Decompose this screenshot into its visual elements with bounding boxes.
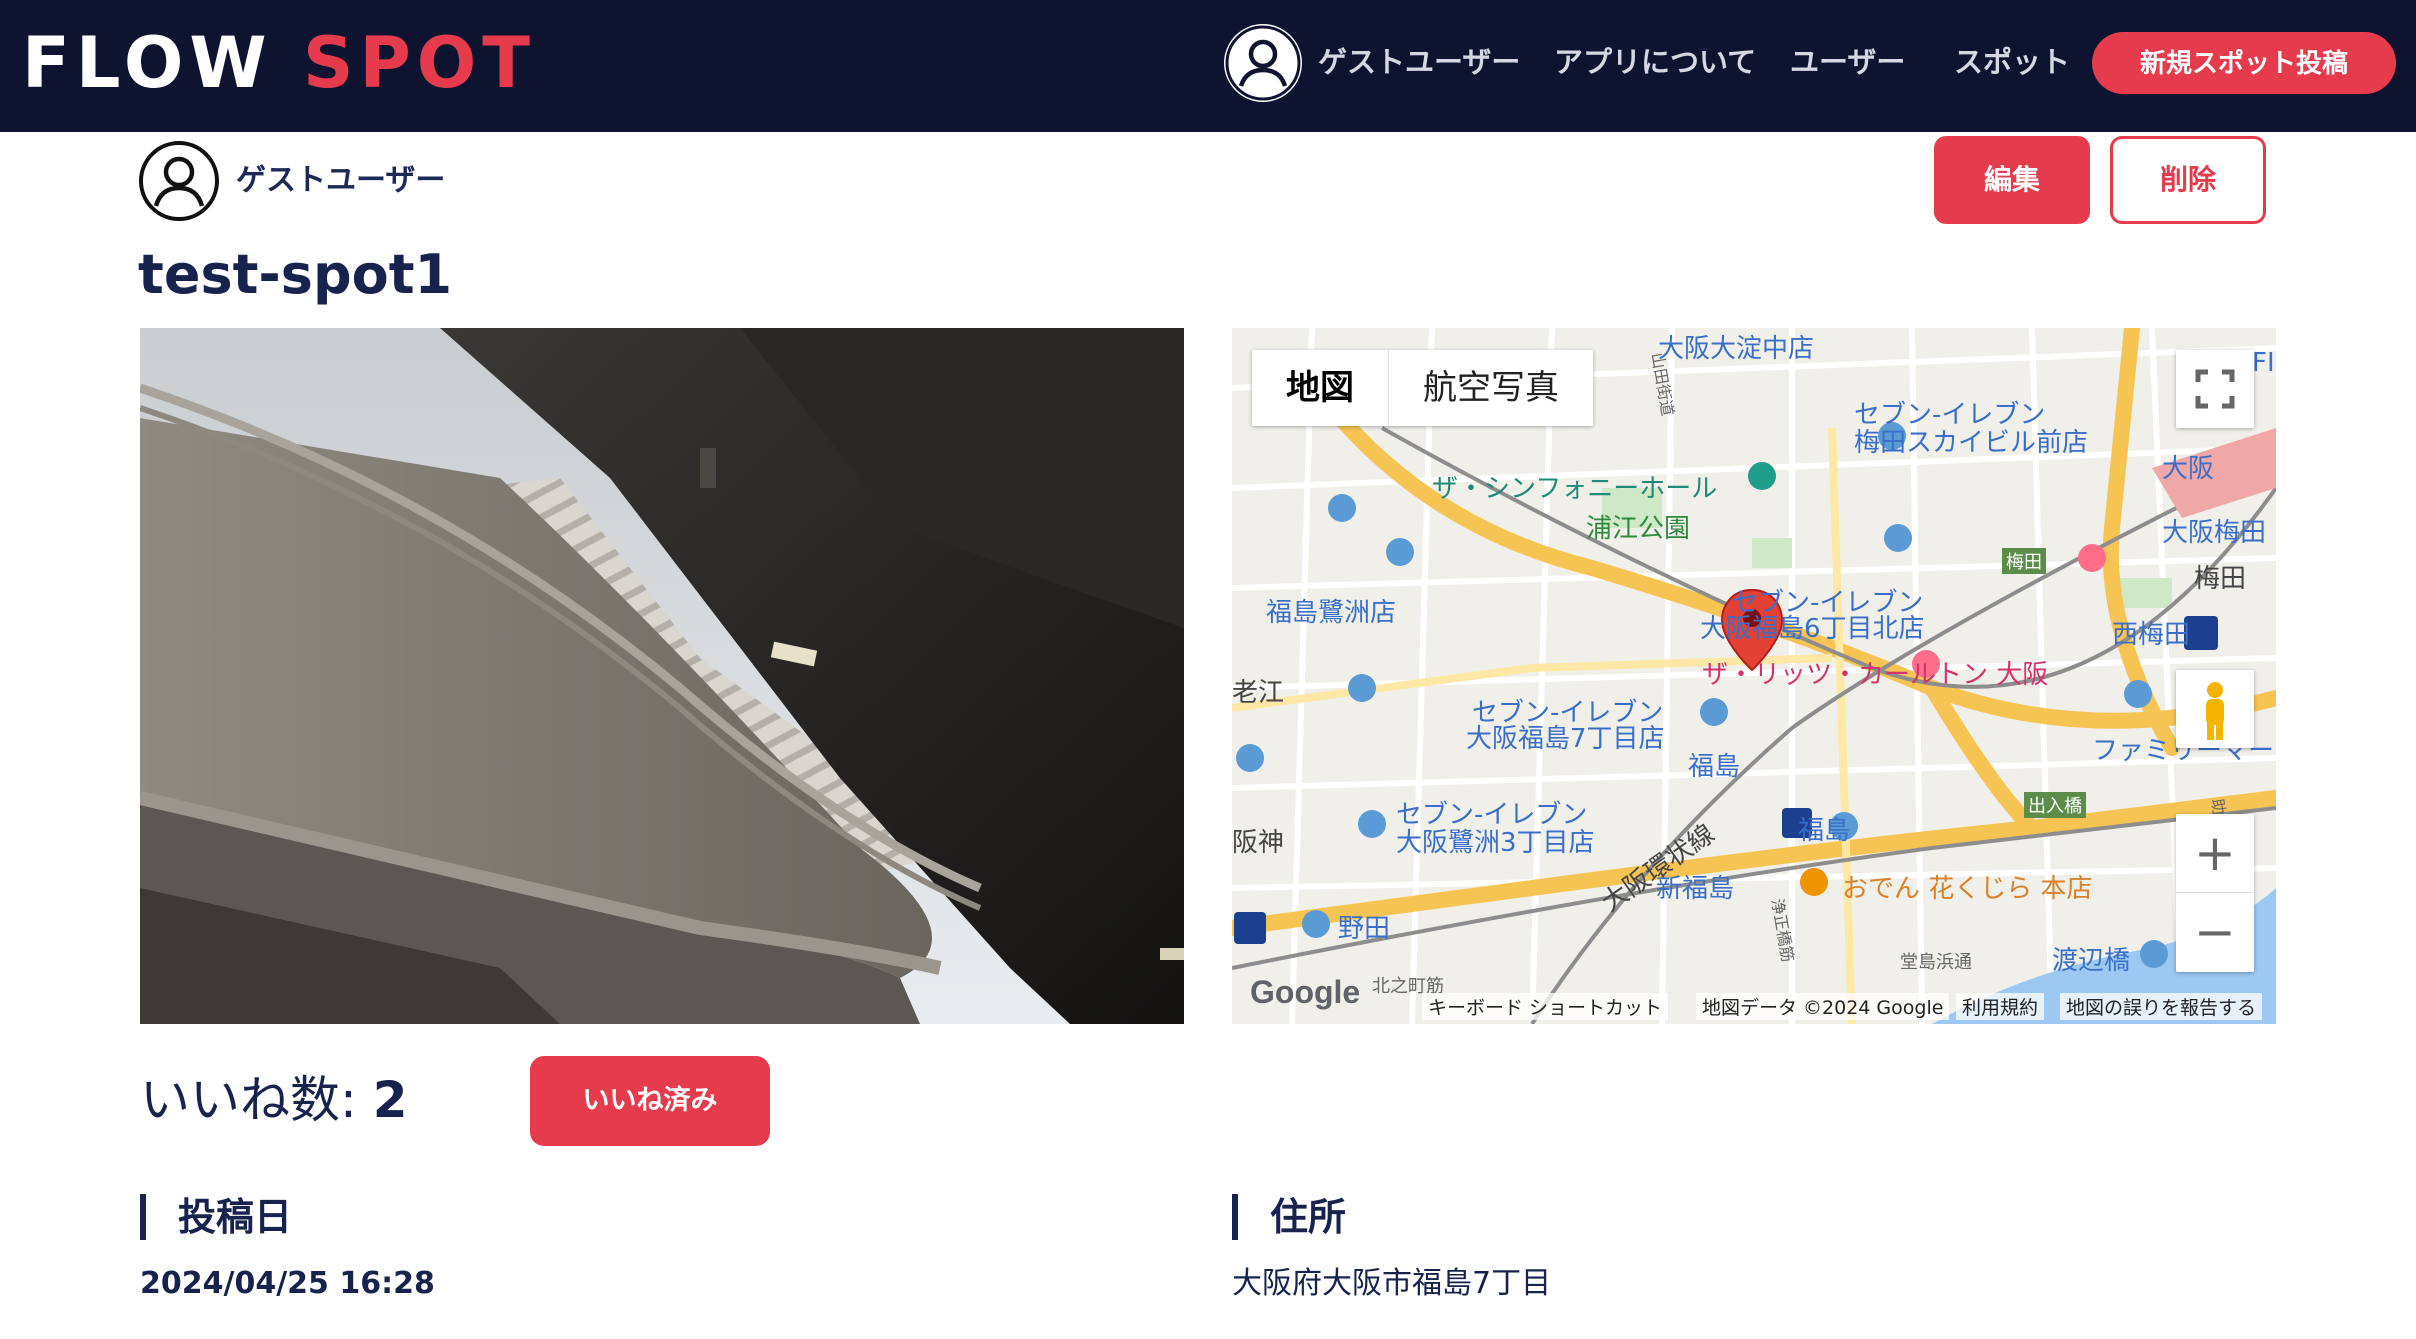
user-avatar-icon[interactable] [1224, 24, 1302, 102]
spot-title: test-spot1 [138, 243, 453, 306]
app-logo[interactable]: FLOW SPOT [22, 22, 536, 104]
map-label: おでん 花くじら 本店 [1842, 874, 2093, 904]
map-label: 西梅田 [2112, 620, 2191, 650]
map-label: 大阪梅田 [2162, 518, 2267, 548]
spot-photo [140, 328, 1184, 1024]
terms-link[interactable]: 利用規約 [1956, 993, 2045, 1020]
map-label: 福島 [1688, 752, 1741, 782]
edit-button[interactable]: 編集 [1934, 136, 2090, 224]
likes-label: いいね数: [140, 1071, 357, 1129]
map-data-attribution: 地図データ ©2024 Google [1696, 993, 1950, 1020]
navbar: FLOW SPOT ゲストユーザー アプリについて ユーザー スポット 新規スポ… [0, 0, 2416, 132]
map-type-control: 地図 航空写真 [1252, 350, 1593, 426]
delete-button[interactable]: 削除 [2110, 136, 2266, 224]
street-view-pegman-icon[interactable] [2176, 670, 2254, 748]
map-label: 福島鷺洲店 [1266, 598, 1397, 628]
map-footer: キーボード ショートカット 地図データ ©2024 Google 利用規約 地図… [1232, 993, 2276, 1024]
map-label: 堂島浜通 [1900, 952, 1972, 973]
map-label: FI [2252, 348, 2275, 378]
map-label: 出入橋 [2024, 792, 2086, 818]
map-label: 浦江公園 [1586, 514, 1691, 544]
logo-text-spot: SPOT [303, 22, 537, 104]
map-type-roadmap[interactable]: 地図 [1252, 350, 1389, 426]
map-label: 梅田スカイビル前店 [1854, 428, 2089, 458]
zoom-control: + − [2176, 814, 2254, 972]
map-label: 梅田 [2002, 548, 2046, 574]
nav-link-about[interactable]: アプリについて [1554, 40, 1756, 84]
map-type-satellite[interactable]: 航空写真 [1389, 350, 1593, 426]
zoom-in-icon[interactable]: + [2176, 814, 2254, 893]
map-label: 大阪 [2162, 454, 2215, 484]
address-heading: 住所 [1232, 1194, 1346, 1240]
map-label: 福島 [1798, 816, 1851, 846]
fullscreen-icon[interactable] [2176, 350, 2254, 428]
map-label: 老江 [1232, 678, 1285, 708]
map-label: 渡辺橋 [2052, 946, 2131, 976]
nav-link-spots[interactable]: スポット [1954, 40, 2070, 84]
google-map[interactable]: 大阪大淀中店 セブン-イレブン 梅田スカイビル前店 ザ・シンフォニーホール 浦江… [1232, 328, 2276, 1024]
map-label: 大阪福島6丁目北店 [1700, 614, 1925, 644]
new-spot-button[interactable]: 新規スポット投稿 [2092, 32, 2396, 94]
map-label: 梅田 [2194, 564, 2247, 594]
address-value: 大阪府大阪市福島7丁目 [1232, 1266, 1552, 1301]
map-label: 大阪鷺洲3丁目店 [1396, 828, 1595, 858]
author-avatar-icon[interactable] [138, 140, 220, 222]
author-name[interactable]: ゲストユーザー [236, 160, 445, 202]
posted-date-value: 2024/04/25 16:28 [140, 1266, 435, 1301]
keyboard-shortcuts-link[interactable]: キーボード ショートカット [1422, 993, 1669, 1020]
zoom-out-icon[interactable]: − [2176, 893, 2254, 972]
map-label: 野田 [1338, 914, 1391, 944]
likes-count: いいね数: 2 [140, 1066, 408, 1134]
posted-date-heading: 投稿日 [140, 1194, 292, 1240]
map-label: 大阪福島7丁目店 [1466, 724, 1665, 754]
likes-number: 2 [372, 1071, 408, 1129]
map-label: 大阪大淀中店 [1658, 334, 1815, 364]
logo-text-flow: FLOW [22, 22, 273, 104]
liked-button[interactable]: いいね済み [530, 1056, 770, 1146]
report-error-link[interactable]: 地図の誤りを報告する [2060, 993, 2263, 1020]
nav-link-users[interactable]: ユーザー [1790, 40, 1905, 84]
nav-user-name[interactable]: ゲストユーザー [1318, 40, 1520, 84]
map-label: ザ・シンフォニーホール [1432, 474, 1718, 504]
map-label: 阪神 [1232, 828, 1285, 858]
map-label: ザ・リッツ・カールトン 大阪 [1702, 660, 2049, 690]
